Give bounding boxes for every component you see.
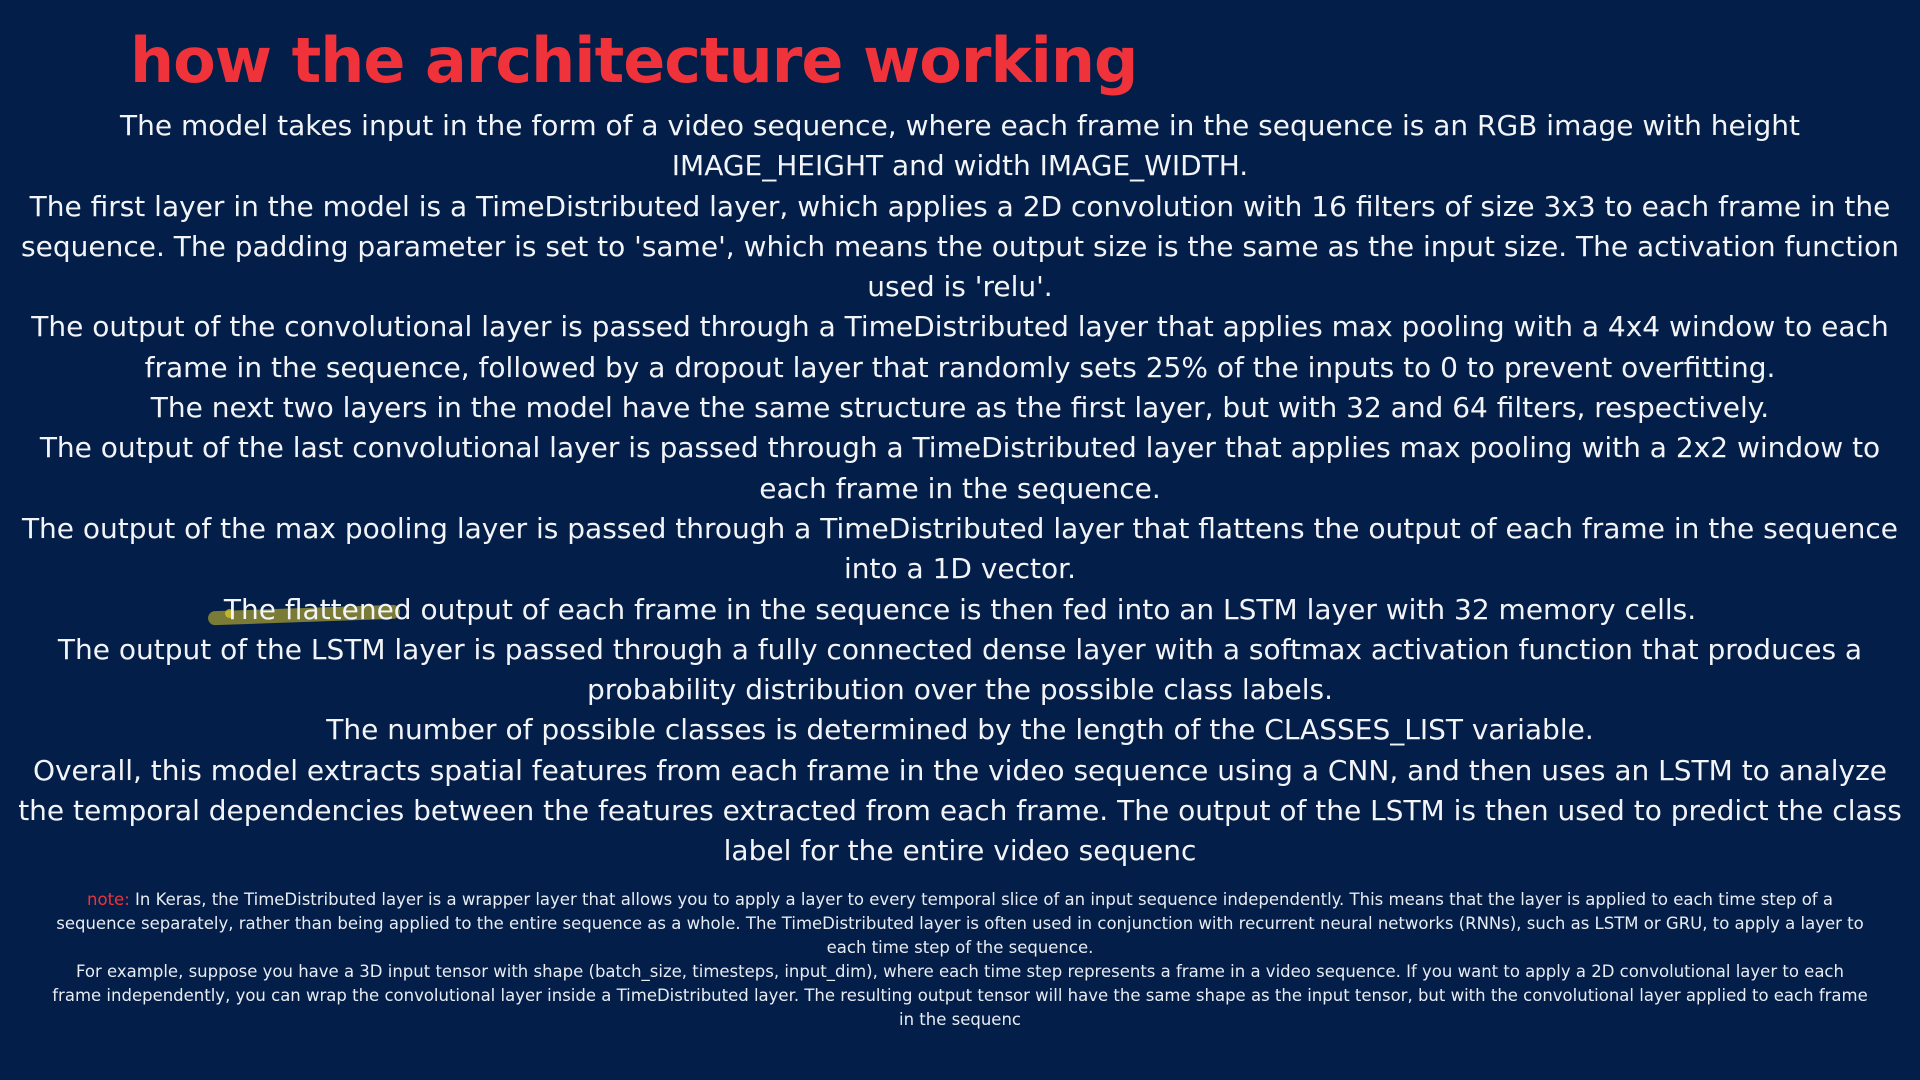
slide: how the architecture working The model t…: [0, 0, 1920, 1080]
paragraph-lstm-text: The flattened output of each frame in th…: [223, 592, 1697, 626]
note-text: In Keras, the TimeDistributed layer is a…: [56, 890, 1864, 957]
paragraph-overall: Overall, this model extracts spatial fea…: [18, 753, 1902, 868]
paragraph-next-layers: The next two layers in the model have th…: [150, 391, 1770, 425]
note-example: For example, suppose you have a 3D input…: [52, 962, 1868, 1029]
slide-title: how the architecture working: [130, 24, 1138, 97]
paragraph-lstm: The flattened output of each frame in th…: [18, 590, 1902, 630]
note-section: note: In Keras, the TimeDistributed laye…: [50, 888, 1870, 1032]
paragraph-max-pooling: The output of the convolutional layer is…: [31, 310, 1889, 384]
paragraph-last-pooling: The output of the last convolutional lay…: [39, 431, 1881, 505]
slide-body: The model takes input in the form of a v…: [18, 106, 1902, 872]
paragraph-first-layer: The first layer in the model is a TimeDi…: [21, 189, 1899, 304]
note-label: note:: [87, 890, 130, 909]
paragraph-classes: The number of possible classes is determ…: [326, 713, 1594, 747]
paragraph-input: The model takes input in the form of a v…: [120, 109, 1800, 183]
paragraph-flatten: The output of the max pooling layer is p…: [21, 511, 1899, 586]
paragraph-dense: The output of the LSTM layer is passed t…: [57, 632, 1863, 707]
note-paragraph: note: In Keras, the TimeDistributed laye…: [50, 888, 1870, 960]
